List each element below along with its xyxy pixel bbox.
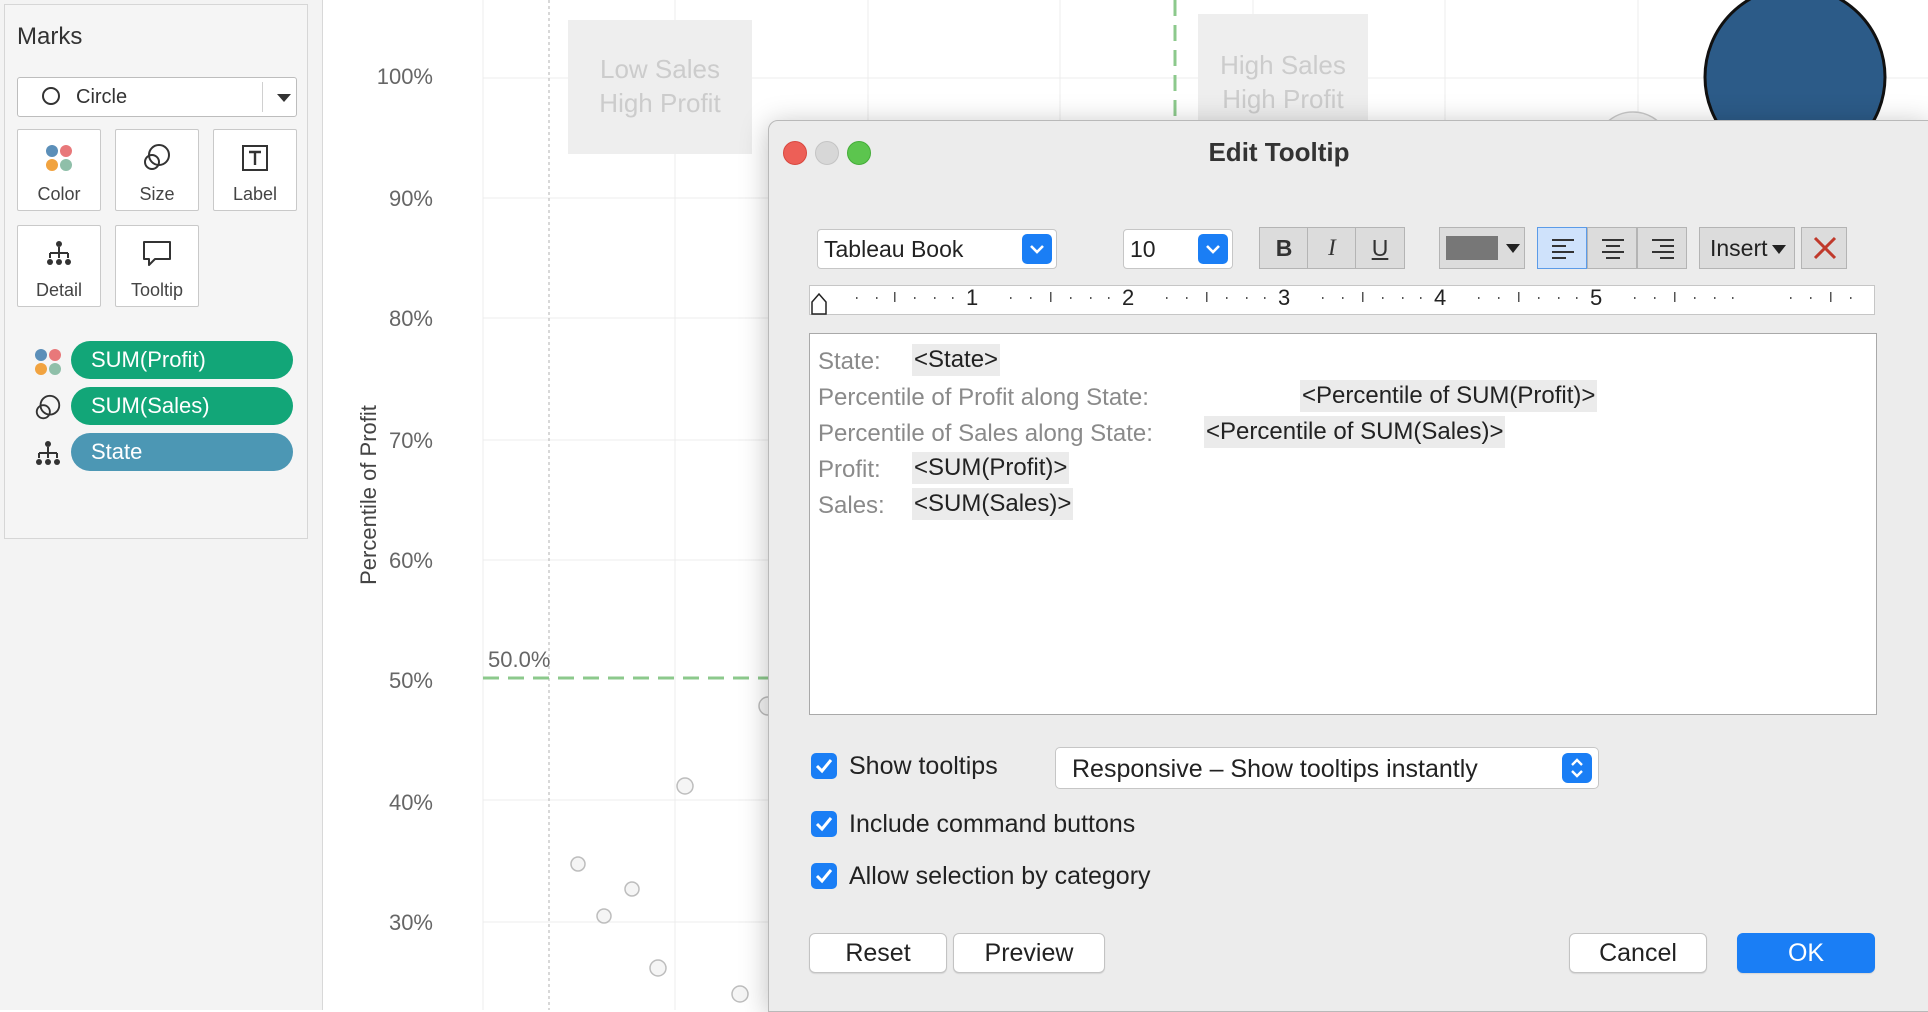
pill-state[interactable]: State (71, 433, 293, 471)
reference-line-label: 50.0% (488, 647, 551, 672)
tooltip-mode-select[interactable]: Responsive – Show tooltips instantly (1055, 747, 1599, 789)
cancel-button[interactable]: Cancel (1569, 933, 1707, 973)
detail-hierarchy-icon (36, 441, 60, 465)
chevron-down-icon (1506, 244, 1520, 253)
italic-button[interactable]: I (1307, 227, 1357, 269)
color-swatch (1446, 236, 1498, 260)
bold-button[interactable]: B (1259, 227, 1309, 269)
data-point (624, 881, 640, 897)
insert-label: Insert (1710, 235, 1768, 261)
data-point (649, 959, 667, 977)
chevron-down-icon[interactable] (1022, 234, 1052, 264)
marks-title: Marks (17, 23, 83, 50)
tooltip-button-label: Tooltip (130, 280, 184, 300)
dialog-titlebar[interactable]: Edit Tooltip (769, 121, 1928, 183)
include-command-buttons-label[interactable]: Include command buttons (849, 810, 1135, 839)
editor-label: State: (818, 348, 881, 375)
show-tooltips-checkbox[interactable] (811, 753, 837, 779)
mark-type-dropdown[interactable]: Circle (17, 77, 297, 117)
editor-label: Sales: (818, 492, 885, 519)
size-button-label: Size (139, 184, 175, 204)
align-center-icon (1602, 239, 1624, 263)
ruler: 1 2 3 4 5 (809, 285, 1875, 315)
data-point (731, 985, 749, 1003)
checkmark-icon (815, 869, 833, 884)
align-left-button[interactable] (1537, 227, 1587, 269)
marks-panel: Marks Circle Color Size Label Detail Too… (0, 0, 323, 1010)
label-t-icon (214, 142, 296, 174)
font-size-value: 10 (1130, 236, 1156, 262)
field-state[interactable]: <State> (912, 344, 1001, 376)
field-percentile-sales[interactable]: <Percentile of SUM(Sales)> (1204, 416, 1506, 448)
data-point (676, 777, 694, 795)
font-size-select[interactable]: 10 (1123, 229, 1233, 269)
text-color-picker[interactable] (1439, 227, 1525, 269)
tooltip-mode-value: Responsive – Show tooltips instantly (1072, 755, 1478, 783)
label-button[interactable]: Label (213, 129, 297, 211)
align-center-button[interactable] (1587, 227, 1637, 269)
align-left-icon (1552, 239, 1574, 263)
size-circles-icon (35, 394, 61, 420)
field-percentile-profit[interactable]: <Percentile of SUM(Profit)> (1300, 380, 1598, 412)
detail-button[interactable]: Detail (17, 225, 101, 307)
tooltip-speech-icon (116, 238, 198, 270)
indent-marker-icon (811, 292, 827, 315)
ruler-number: 1 (966, 285, 979, 310)
size-button[interactable]: Size (115, 129, 199, 211)
data-point (570, 856, 586, 872)
dropdown-separator (262, 82, 263, 112)
pill-sum-profit[interactable]: SUM(Profit) (71, 341, 293, 379)
marks-card: Marks Circle Color Size Label Detail Too… (4, 4, 308, 539)
chevron-down-icon[interactable] (277, 94, 291, 102)
chevron-down-icon (1772, 245, 1786, 254)
field-sum-profit[interactable]: <SUM(Profit)> (912, 452, 1070, 484)
color-dots-icon (35, 349, 61, 375)
color-button[interactable]: Color (17, 129, 101, 211)
updown-chevron-icon (1562, 753, 1592, 783)
ruler-number: 5 (1590, 285, 1603, 310)
reset-button[interactable]: Reset (809, 933, 947, 973)
data-point (596, 908, 612, 924)
include-command-buttons-checkbox[interactable] (811, 811, 837, 837)
color-dots-icon (18, 142, 100, 174)
y-axis-title: Percentile of Profit (356, 405, 381, 585)
detail-button-label: Detail (35, 280, 83, 300)
tooltip-text-editor[interactable]: State: <State> Percentile of Profit alon… (809, 333, 1877, 715)
tooltip-button[interactable]: Tooltip (115, 225, 199, 307)
show-tooltips-label[interactable]: Show tooltips (849, 752, 998, 781)
edit-tooltip-dialog: Edit Tooltip Tableau Book 10 B I U Inser… (768, 120, 1928, 1012)
align-right-icon (1652, 239, 1674, 263)
close-icon (1813, 236, 1837, 260)
pill-sum-sales[interactable]: SUM(Sales) (71, 387, 293, 425)
editor-label: Profit: (818, 456, 881, 483)
align-right-button[interactable] (1637, 227, 1687, 269)
font-family-value: Tableau Book (824, 236, 964, 262)
allow-selection-label[interactable]: Allow selection by category (849, 862, 1151, 891)
ok-button[interactable]: OK (1737, 933, 1875, 973)
chevron-down-icon[interactable] (1198, 234, 1228, 264)
allow-selection-checkbox[interactable] (811, 863, 837, 889)
insert-menu-button[interactable]: Insert (1699, 227, 1795, 269)
ruler-number: 2 (1122, 285, 1135, 310)
checkmark-icon (815, 759, 833, 774)
mark-type-label: Circle (76, 86, 128, 108)
ruler-number: 4 (1434, 285, 1447, 310)
checkmark-icon (815, 817, 833, 832)
editor-label: Percentile of Sales along State: (818, 420, 1153, 447)
field-sum-sales[interactable]: <SUM(Sales)> (912, 488, 1074, 520)
dialog-title: Edit Tooltip (1208, 137, 1350, 167)
clear-formatting-button[interactable] (1801, 227, 1847, 269)
underline-button[interactable]: U (1355, 227, 1405, 269)
circle-icon (42, 87, 60, 105)
detail-hierarchy-icon (18, 238, 100, 270)
size-circles-icon (116, 142, 198, 174)
preview-button[interactable]: Preview (953, 933, 1105, 973)
font-family-select[interactable]: Tableau Book (817, 229, 1057, 269)
color-button-label: Color (37, 184, 81, 204)
editor-label: Percentile of Profit along State: (818, 384, 1149, 411)
label-button-label: Label (232, 184, 278, 204)
ruler-number: 3 (1278, 285, 1291, 310)
